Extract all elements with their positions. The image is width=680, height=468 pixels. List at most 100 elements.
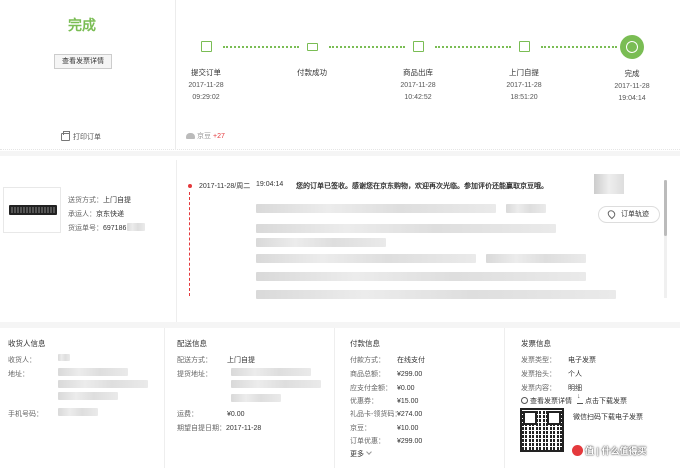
redacted-text xyxy=(58,392,118,400)
shipment-method-label: 送货方式： xyxy=(68,197,103,204)
scrollbar-thumb[interactable] xyxy=(664,180,667,236)
payment-label: 付款方式： xyxy=(350,357,385,364)
beans-label: 京豆 xyxy=(197,133,211,140)
payment-row: 订单优惠： ¥299.00 xyxy=(350,436,422,446)
tracking-message: 您的订单已签收。感谢您在京东购物，欢迎再次光临。参加评价还能赢取京豆哦。 xyxy=(296,183,548,190)
payment-row: 优惠券： ¥15.00 xyxy=(350,396,418,406)
progress-step-paid: 付款成功 xyxy=(277,38,347,78)
shipment-tracking-value: 697186 xyxy=(103,225,127,232)
product-thumbnail[interactable] xyxy=(3,187,61,233)
order-status-summary: 完成 查看发票详情 打印订单 xyxy=(0,0,176,150)
payment-value: 在线支付 xyxy=(397,357,425,364)
shipment-tracking-row: 货运单号：697186 xyxy=(68,222,146,236)
delivery-pickup-label: 提货地址： xyxy=(177,371,212,378)
redacted-tracking-entry xyxy=(256,290,616,299)
invoice-header-label: 发票抬头： xyxy=(521,371,556,378)
step-time: 18:51:20 xyxy=(510,94,538,101)
tracking-date: 2017-11-28/周二 xyxy=(199,183,251,190)
payment-row: 付款方式： 在线支付 xyxy=(350,355,425,365)
redacted-text xyxy=(58,368,128,376)
location-pin-icon xyxy=(606,208,617,220)
delivery-freight-value: ¥0.00 xyxy=(227,411,245,418)
invoice-content-label: 发票内容： xyxy=(521,385,556,392)
redacted-tracking-entry xyxy=(486,254,586,263)
payment-info-title: 付款信息 xyxy=(350,339,380,348)
shipment-carrier-label: 承运人： xyxy=(68,211,96,218)
check-circle-icon xyxy=(620,35,644,59)
step-time: 09:29:02 xyxy=(192,94,220,101)
receiver-info-title: 收货人信息 xyxy=(8,339,46,348)
package-icon xyxy=(410,38,427,55)
payment-label: 优惠券： xyxy=(350,398,378,405)
order-form-icon xyxy=(198,38,215,55)
receiver-name-label: 收货人： xyxy=(8,357,36,364)
invoice-header-row: 发票抬头： 个人 xyxy=(521,369,582,379)
redacted-text xyxy=(58,380,148,388)
printer-icon xyxy=(61,131,70,141)
download-icon xyxy=(577,393,583,404)
progress-step-submit: 提交订单 2017-11-28 09:29:02 xyxy=(171,38,241,102)
receiver-address-label: 地址： xyxy=(8,371,29,378)
delivery-method-label: 配送方式： xyxy=(177,357,212,364)
redacted-text xyxy=(231,394,281,402)
receiver-phone-label: 手机号码： xyxy=(8,411,43,418)
payment-value: ¥10.00 xyxy=(397,425,419,432)
redacted-tracking-entry xyxy=(506,204,546,213)
payment-label: 礼品卡-领货码： xyxy=(350,411,402,418)
redacted-text xyxy=(231,380,321,388)
step-label: 上门自提 xyxy=(509,68,539,77)
redacted-tracking-entry xyxy=(256,254,476,263)
shipment-method-row: 送货方式：上门自提 xyxy=(68,194,145,208)
redacted-text xyxy=(58,354,70,361)
step-time: 19:04:14 xyxy=(618,95,646,102)
redacted-tracking-entry xyxy=(256,272,586,281)
progress-step-complete: 完成 2017-11-28 19:04:14 xyxy=(597,35,667,103)
payment-value: ¥0.00 xyxy=(397,385,415,392)
tracking-time: 19:04:14 xyxy=(256,181,284,188)
step-label: 付款成功 xyxy=(297,68,327,77)
payment-row: 礼品卡-领货码：¥274.00 xyxy=(350,409,422,419)
step-date: 2017-11-28 xyxy=(188,82,224,89)
qr-caption: 微信扫码下载电子发票 xyxy=(573,414,643,421)
receiver-address-row: 地址： xyxy=(8,369,29,379)
invoice-qr-code xyxy=(520,408,564,452)
delivery-date-value: 2017-11-28 xyxy=(226,425,262,432)
step-label: 完成 xyxy=(624,69,640,78)
beans-delta: +27 xyxy=(213,132,225,140)
receiver-info: 收货人信息 收货人： 地址： 手机号码： xyxy=(0,328,164,468)
redacted-avatar xyxy=(594,174,624,194)
redacted-tracking-entry xyxy=(256,238,386,247)
view-invoice-button[interactable]: 查看发票详情 xyxy=(54,54,112,69)
payment-more-link[interactable]: 更多 xyxy=(350,449,372,459)
watermark-text: 值 | 什么值得买 xyxy=(585,446,647,456)
download-invoice-link[interactable]: 点击下载发票 xyxy=(577,393,627,406)
delivery-method-value: 上门自提 xyxy=(227,357,255,364)
payment-more-label: 更多 xyxy=(350,451,364,458)
redacted-tracking-entry xyxy=(256,204,496,213)
beans-icon xyxy=(186,133,195,139)
payment-row: 商品总额： ¥299.00 xyxy=(350,369,422,379)
payment-label: 商品总额： xyxy=(350,371,385,378)
step-date: 2017-11-28 xyxy=(400,82,436,89)
delivery-method-row: 配送方式： 上门自提 xyxy=(177,355,255,365)
payment-label: 应支付金额： xyxy=(350,385,392,392)
order-track-label: 订单轨迹 xyxy=(621,211,649,218)
view-invoice-link-label: 查看发票详情 xyxy=(530,398,572,405)
invoice-type-row: 发票类型： 电子发票 xyxy=(521,355,596,365)
order-track-button[interactable]: 订单轨迹 xyxy=(598,206,660,223)
invoice-content-row: 发票内容： 明细 xyxy=(521,383,582,393)
shipment-carrier-value: 京东快递 xyxy=(96,211,124,218)
print-order-link[interactable]: 打印订单 xyxy=(61,131,101,142)
view-invoice-link[interactable]: 查看发票详情 xyxy=(521,396,572,406)
site-watermark: 值 | 什么值得买 xyxy=(572,444,647,457)
shipment-tracking-label: 货运单号： xyxy=(68,225,103,232)
order-status-title: 完成 xyxy=(68,17,96,33)
receiver-phone-row: 手机号码： xyxy=(8,409,43,419)
step-time: 10:42:52 xyxy=(404,94,432,101)
timeline-dot xyxy=(188,184,192,188)
receiver-name-row: 收货人： xyxy=(8,355,36,365)
payment-value: ¥274.00 xyxy=(397,411,423,418)
progress-step-pickup: 上门自提 2017-11-28 18:51:20 xyxy=(489,38,559,102)
redacted-text xyxy=(231,368,311,376)
progress-step-outbound: 商品出库 2017-11-28 10:42:52 xyxy=(383,38,453,102)
